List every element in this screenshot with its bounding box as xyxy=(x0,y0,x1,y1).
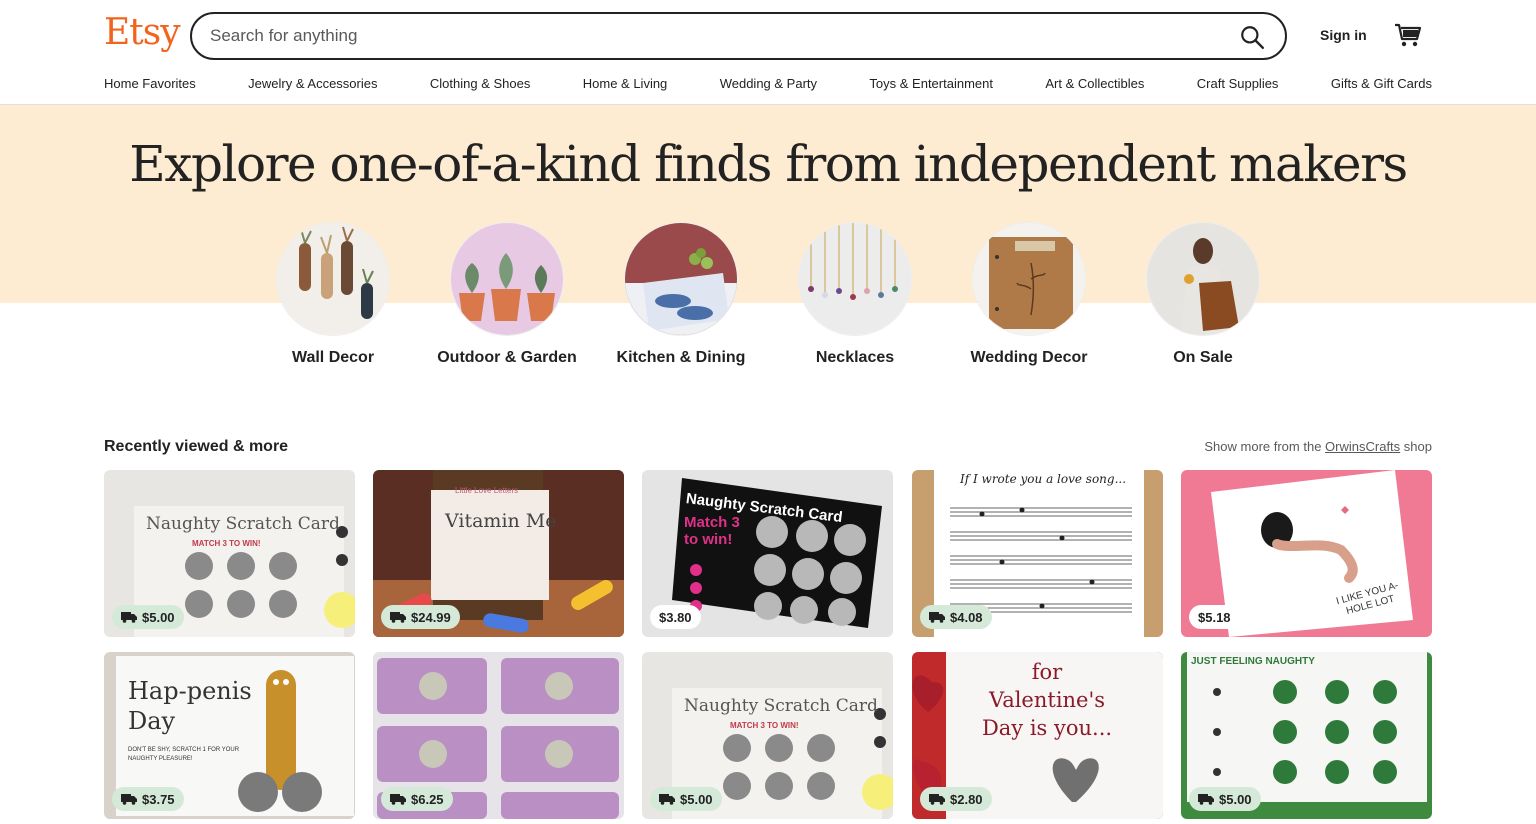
card-subtitle: Match 3 to win! xyxy=(684,514,740,548)
listing-card[interactable]: Naughty Scratch Card MATCH 3 TO WIN! $5.… xyxy=(104,470,355,637)
price-badge: $2.80 xyxy=(920,787,992,811)
card-title: If I wrote you a love song... xyxy=(960,472,1127,486)
nav-home-favorites[interactable]: Home Favorites xyxy=(104,76,196,91)
price-badge: $3.75 xyxy=(112,787,184,811)
price-text: $5.18 xyxy=(1198,609,1231,625)
wall-decor-image xyxy=(276,222,390,336)
category-necklaces[interactable]: Necklaces xyxy=(798,222,912,368)
listing-card[interactable]: JUST FEELING NAUGHTY $5.00 xyxy=(1181,652,1432,819)
price-badge: $5.18 xyxy=(1189,605,1240,629)
price-text: $5.00 xyxy=(680,791,713,807)
card-title: Hap-penis Day xyxy=(128,677,252,735)
free-shipping-truck-icon xyxy=(390,794,406,805)
category-nav: Home Favorites Jewelry & Accessories Clo… xyxy=(104,76,1432,91)
category-label: Wedding Decor xyxy=(970,349,1088,366)
on-sale-image xyxy=(1146,222,1260,336)
listing-card[interactable]: I LIKE YOU A-HOLE LOT $5.18 xyxy=(1181,470,1432,637)
category-label: Kitchen & Dining xyxy=(616,349,746,366)
category-outdoor-garden[interactable]: Outdoor & Garden xyxy=(437,222,577,368)
nav-wedding-party[interactable]: Wedding & Party xyxy=(720,76,817,91)
price-badge: $6.25 xyxy=(381,787,453,811)
kitchen-dining-image xyxy=(624,222,738,336)
price-badge: $5.00 xyxy=(650,787,722,811)
category-label: Necklaces xyxy=(815,349,895,366)
listing-card[interactable]: Hap-penis Day DON'T BE SHY, SCRATCH 1 FO… xyxy=(104,652,355,819)
card-title: Naughty Scratch Card xyxy=(684,696,878,716)
listing-card[interactable]: for Valentine's Day is you... $2.80 xyxy=(912,652,1163,819)
nav-home-living[interactable]: Home & Living xyxy=(583,76,668,91)
listing-card[interactable]: $6.25 xyxy=(373,652,624,819)
cart-icon[interactable] xyxy=(1394,22,1422,48)
outdoor-garden-image xyxy=(450,222,564,336)
category-wall-decor[interactable]: Wall Decor xyxy=(276,222,390,368)
price-text: $3.80 xyxy=(659,609,692,625)
card-subtitle: MATCH 3 TO WIN! xyxy=(730,721,799,730)
category-label: Wall Decor xyxy=(291,349,375,366)
free-shipping-truck-icon xyxy=(929,612,945,623)
site-header: Etsy Sign in Home Favorites Jewelry & Ac… xyxy=(0,0,1536,105)
price-badge: $4.08 xyxy=(920,605,992,629)
price-text: $2.80 xyxy=(950,791,983,807)
price-badge: $5.00 xyxy=(1189,787,1261,811)
card-subtitle: MATCH 3 TO WIN! xyxy=(192,539,261,548)
hero-title: Explore one-of-a-kind finds from indepen… xyxy=(129,135,1408,193)
show-more-shop: Show more from the OrwinsCrafts shop xyxy=(1204,439,1432,454)
listing-card[interactable]: Naughty Scratch Card MATCH 3 TO WIN! $5.… xyxy=(642,652,893,819)
free-shipping-truck-icon xyxy=(659,794,675,805)
card-subtitle: DON'T BE SHY, SCRATCH 1 FOR YOUR NAUGHTY… xyxy=(128,747,240,762)
free-shipping-truck-icon xyxy=(121,612,137,623)
price-text: $4.08 xyxy=(950,609,983,625)
card-subtitle: Little Love Letters xyxy=(455,486,519,495)
listing-card[interactable]: Vitamin Me Little Love Letters $24.99 xyxy=(373,470,624,637)
nav-clothing[interactable]: Clothing & Shoes xyxy=(430,76,530,91)
card-title: Vitamin Me xyxy=(445,510,557,532)
price-text: $5.00 xyxy=(1219,791,1252,807)
free-shipping-truck-icon xyxy=(929,794,945,805)
search-icon[interactable] xyxy=(1239,24,1265,50)
sign-in-link[interactable]: Sign in xyxy=(1320,27,1367,43)
search-input[interactable] xyxy=(210,24,1210,48)
card-title: for Valentine's Day is you... xyxy=(981,660,1113,740)
price-text: $3.75 xyxy=(142,791,175,807)
card-title: Naughty Scratch Card xyxy=(146,514,340,534)
shop-link[interactable]: OrwinsCrafts xyxy=(1325,439,1400,454)
nav-jewelry[interactable]: Jewelry & Accessories xyxy=(248,76,377,91)
recently-viewed-title: Recently viewed & more xyxy=(104,438,289,455)
nav-gifts[interactable]: Gifts & Gift Cards xyxy=(1331,76,1432,91)
free-shipping-truck-icon xyxy=(1198,794,1214,805)
search-bar xyxy=(190,12,1287,60)
category-label: On Sale xyxy=(1173,349,1233,366)
price-badge: $24.99 xyxy=(381,605,460,629)
necklaces-image xyxy=(798,222,912,336)
price-text: $5.00 xyxy=(142,609,175,625)
wedding-decor-image xyxy=(972,222,1086,336)
category-on-sale[interactable]: On Sale xyxy=(1146,222,1260,368)
listing-card[interactable]: If I wrote you a love song... $4.08 xyxy=(912,470,1163,637)
price-badge: $5.00 xyxy=(112,605,184,629)
free-shipping-truck-icon xyxy=(390,612,406,623)
category-kitchen-dining[interactable]: Kitchen & Dining xyxy=(617,222,745,368)
listing-card[interactable]: Naughty Scratch Card Match 3 to win! $3.… xyxy=(642,470,893,637)
card-title: JUST FEELING NAUGHTY xyxy=(1191,656,1315,667)
show-more-prefix: Show more from the xyxy=(1204,439,1322,454)
price-text: $6.25 xyxy=(411,791,444,807)
price-text: $24.99 xyxy=(411,609,451,625)
nav-art[interactable]: Art & Collectibles xyxy=(1045,76,1144,91)
category-label: Outdoor & Garden xyxy=(437,349,577,366)
free-shipping-truck-icon xyxy=(121,794,137,805)
show-more-suffix: shop xyxy=(1403,439,1432,454)
nav-toys[interactable]: Toys & Entertainment xyxy=(869,76,993,91)
nav-craft-supplies[interactable]: Craft Supplies xyxy=(1197,76,1279,91)
category-wedding-decor[interactable]: Wedding Decor xyxy=(970,222,1088,368)
price-badge: $3.80 xyxy=(650,605,701,629)
etsy-logo[interactable]: Etsy xyxy=(104,12,181,53)
